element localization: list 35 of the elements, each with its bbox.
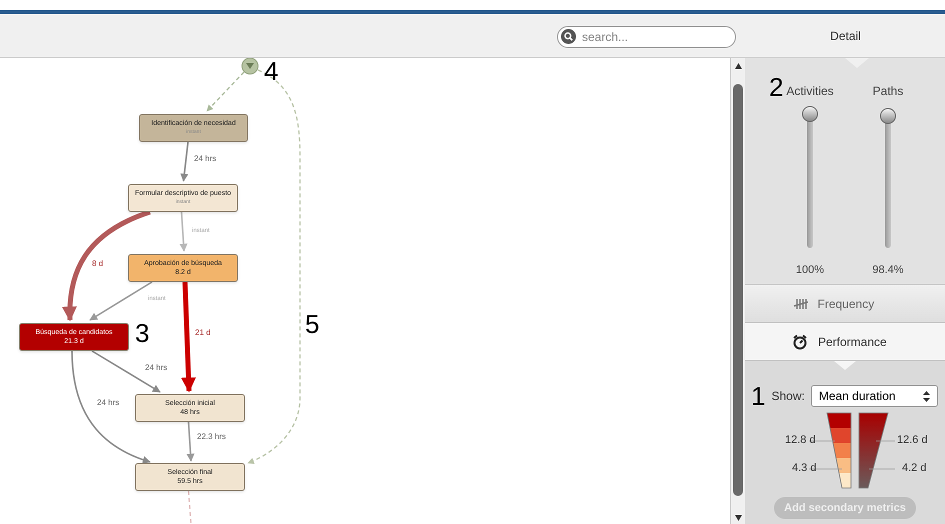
slider-value: 100% <box>796 263 824 278</box>
scale-label: 4.3 d <box>792 463 816 474</box>
annotation-number: 1 <box>751 383 766 409</box>
scroll-down-icon <box>735 515 742 521</box>
edge-label: 24 hrs <box>194 155 216 163</box>
show-label: Show: <box>771 388 805 405</box>
slider-thumb[interactable] <box>802 106 818 122</box>
slider-label: Paths <box>872 83 904 100</box>
tally-icon <box>792 298 808 310</box>
detail-tab[interactable]: Detail <box>822 22 869 48</box>
scale-label: 12.6 d <box>897 435 928 446</box>
pointer-notch-icon <box>834 361 856 370</box>
search-field[interactable]: search... <box>557 26 736 48</box>
edge-label: 8 d <box>92 260 104 268</box>
scroll-up-icon <box>735 63 742 69</box>
scale-label: 4.2 d <box>902 463 926 474</box>
edge-label: 22.3 hrs <box>197 433 226 441</box>
annotation-number: 5 <box>305 311 320 337</box>
show-select[interactable]: Mean duration <box>810 385 938 407</box>
select-arrows-icon <box>922 390 930 402</box>
scale-label: 12.8 d <box>785 435 816 446</box>
scrollbar[interactable] <box>730 58 745 524</box>
section-tab[interactable]: Frequency <box>745 285 945 323</box>
edge-label: 24 hrs <box>97 399 120 407</box>
annotation-number: 2 <box>769 74 784 100</box>
edge-label: 21 d <box>195 329 211 337</box>
edge-label: 24 hrs <box>145 364 168 372</box>
annotation-number: 3 <box>135 320 150 346</box>
slider-value: 98.4% <box>872 263 904 278</box>
stopwatch-icon <box>792 334 808 350</box>
search-icon <box>561 28 576 44</box>
slider-thumb[interactable] <box>880 108 896 124</box>
annotation-number: 4 <box>264 58 278 84</box>
slider-label: Activities <box>786 83 834 100</box>
start-node-icon <box>242 58 258 74</box>
